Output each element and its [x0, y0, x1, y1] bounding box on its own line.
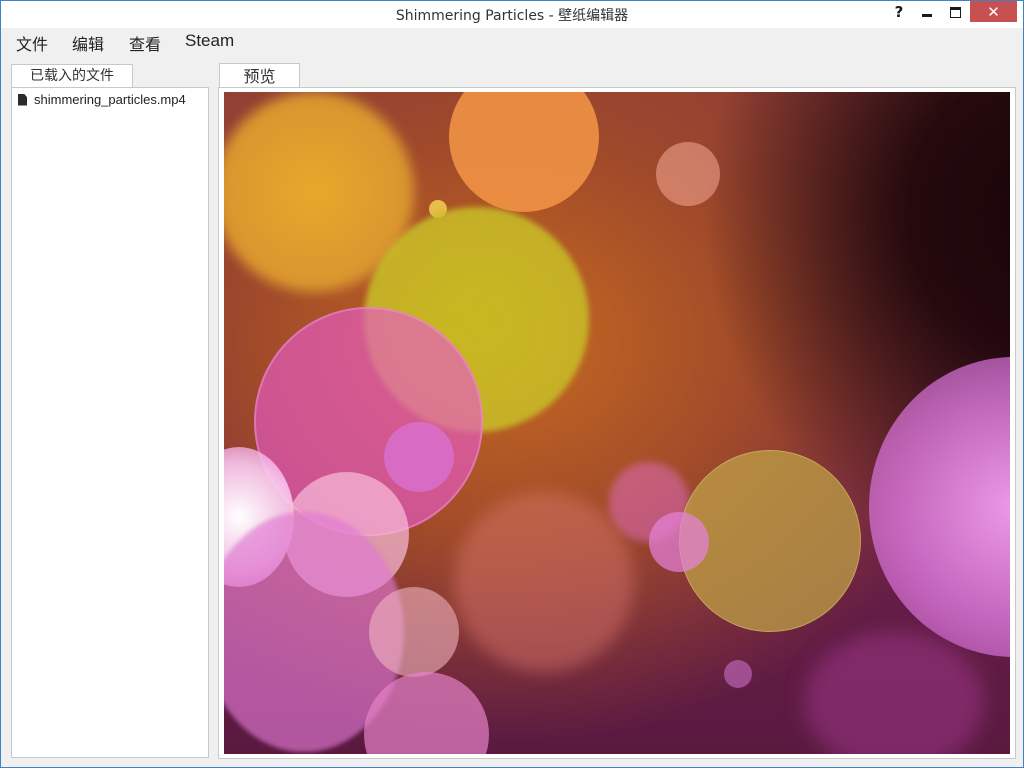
wallpaper-preview-image[interactable]	[224, 92, 1010, 754]
window-title: Shimmering Particles - 壁纸编辑器	[395, 8, 629, 24]
loaded-files-panel: shimmering_particles.mp4	[11, 87, 209, 758]
maximize-icon	[949, 6, 961, 18]
close-icon: ✕	[987, 2, 1000, 21]
menu-steam[interactable]: Steam	[184, 31, 235, 51]
app-window: Shimmering Particles - 壁纸编辑器 ? ✕ 文件 编辑 查…	[0, 0, 1024, 768]
bokeh-circle	[454, 492, 634, 672]
tab-preview[interactable]: 预览	[219, 63, 300, 88]
bokeh-circle	[449, 92, 599, 212]
menu-bar: 文件 编辑 查看 Steam	[1, 28, 1023, 54]
menu-edit[interactable]: 编辑	[71, 31, 105, 55]
bokeh-circle	[649, 512, 709, 572]
help-button[interactable]: ?	[885, 1, 913, 23]
preview-panel	[218, 87, 1016, 759]
menu-view[interactable]: 查看	[128, 31, 162, 55]
file-list-item[interactable]: shimmering_particles.mp4	[18, 92, 186, 107]
menu-file[interactable]: 文件	[15, 31, 49, 55]
bokeh-circle	[724, 660, 752, 688]
bokeh-circle	[369, 587, 459, 677]
bokeh-circle	[656, 142, 720, 206]
bokeh-circle	[869, 357, 1010, 657]
title-bar[interactable]: Shimmering Particles - 壁纸编辑器 ? ✕	[1, 1, 1023, 28]
file-name: shimmering_particles.mp4	[34, 92, 186, 107]
minimize-icon	[922, 13, 932, 17]
tab-loaded-files[interactable]: 已载入的文件	[11, 64, 133, 88]
maximize-button[interactable]	[941, 1, 969, 23]
bokeh-circle	[384, 422, 454, 492]
file-icon	[18, 93, 27, 106]
close-button[interactable]: ✕	[970, 1, 1017, 22]
minimize-button[interactable]	[914, 1, 940, 23]
bokeh-circle	[804, 632, 984, 754]
